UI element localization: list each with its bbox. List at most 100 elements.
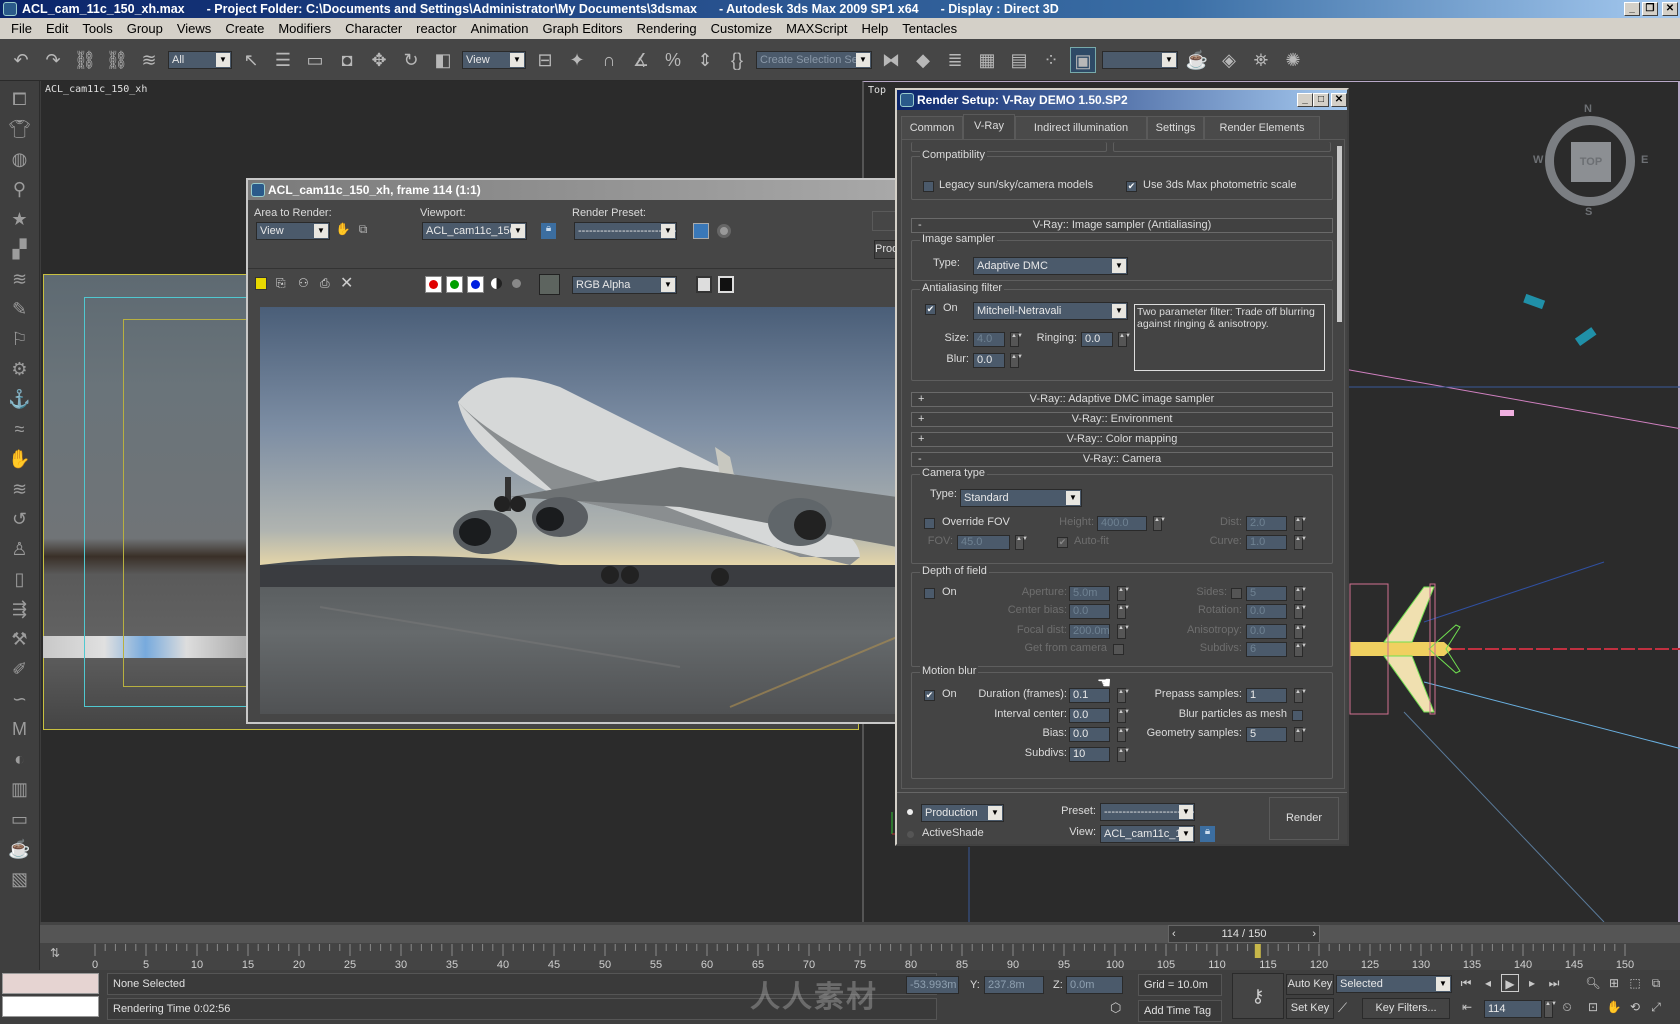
- render-setup-titlebar[interactable]: Render Setup: V-Ray DEMO 1.50.SP2 _ □ ✕: [897, 90, 1347, 110]
- duration-spinner[interactable]: ▲▼: [1117, 688, 1130, 703]
- spray-icon[interactable]: ⇶: [7, 597, 33, 621]
- edit-region-hand-icon[interactable]: ✋: [334, 220, 352, 238]
- key-mode-dropdown[interactable]: Selected ▼: [1336, 975, 1452, 993]
- go-to-end-icon[interactable]: ⏭: [1545, 974, 1563, 992]
- menu-edit[interactable]: Edit: [39, 18, 75, 39]
- manipulate-icon[interactable]: ✦: [564, 47, 590, 73]
- reference-coord-dropdown[interactable]: View ▼: [462, 50, 526, 69]
- viewport-dropdown[interactable]: ACL_cam11c_150 ▼: [422, 222, 527, 240]
- link-icon[interactable]: ⛓: [72, 47, 98, 73]
- globe-icon[interactable]: ◐: [7, 747, 33, 771]
- schematic-view-icon[interactable]: ▤: [1006, 47, 1032, 73]
- select-by-name-icon[interactable]: ☰: [270, 47, 296, 73]
- hand-icon[interactable]: ✋: [7, 447, 33, 471]
- aperture-spinner[interactable]: ▲▼: [1117, 586, 1130, 601]
- auto-key-button[interactable]: Auto Key: [1286, 974, 1334, 995]
- restore-button[interactable]: ❐: [1642, 2, 1658, 16]
- menu-rendering[interactable]: Rendering: [630, 18, 704, 39]
- spring-icon[interactable]: ≋: [7, 267, 33, 291]
- viewport-label[interactable]: ACL_cam11c_150_xh: [45, 84, 147, 95]
- interval-center-field[interactable]: 0.0: [1069, 708, 1110, 723]
- display-icon[interactable]: ★: [7, 207, 33, 231]
- create-icon[interactable]: ⧠: [7, 87, 33, 111]
- mb-subdivs-field[interactable]: 10: [1069, 747, 1110, 762]
- copy-image-icon[interactable]: ⎘: [276, 276, 286, 291]
- get-from-camera-checkbox[interactable]: [1113, 644, 1124, 655]
- auto-region-icon[interactable]: ⧉: [354, 220, 372, 238]
- prev-frame-icon[interactable]: ‹: [1172, 926, 1176, 942]
- size-field[interactable]: 4.0: [973, 332, 1005, 347]
- red-channel-toggle[interactable]: [425, 276, 442, 293]
- area-to-render-dropdown[interactable]: View ▼: [256, 222, 330, 240]
- orbit-icon[interactable]: ⟲: [1626, 998, 1644, 1016]
- z-coordinate-field[interactable]: 0.0m: [1066, 976, 1123, 994]
- production-radio[interactable]: [907, 809, 913, 815]
- curve-field[interactable]: 1.0: [1246, 535, 1287, 550]
- render-button[interactable]: Render: [1269, 797, 1339, 840]
- geometry-samples-field[interactable]: 5: [1246, 727, 1287, 742]
- center-bias-spinner[interactable]: ▲▼: [1117, 604, 1130, 619]
- script-icon[interactable]: ▥: [7, 777, 33, 801]
- maxscript-icon[interactable]: M: [7, 717, 33, 741]
- x-coordinate-field[interactable]: -53.993m: [906, 976, 959, 994]
- mb-subdivs-spinner[interactable]: ▲▼: [1117, 747, 1130, 762]
- blur-particles-checkbox[interactable]: [1292, 710, 1303, 721]
- undo-icon[interactable]: ↶: [8, 47, 34, 73]
- layer-manager-icon[interactable]: ≣: [942, 47, 968, 73]
- tab-common[interactable]: Common: [901, 116, 963, 139]
- time-slider-thumb[interactable]: ‹ 114 / 150 ›: [1168, 925, 1320, 943]
- particle-icon[interactable]: ✺: [1280, 47, 1306, 73]
- utilities-icon[interactable]: ▞: [7, 237, 33, 261]
- dist-spinner[interactable]: ▲▼: [1294, 516, 1307, 531]
- aa-filter-on-checkbox[interactable]: ✔: [925, 304, 936, 315]
- zoom-extents-icon[interactable]: ⬚: [1626, 974, 1644, 992]
- blur-field[interactable]: 0.0: [973, 353, 1005, 368]
- green-channel-toggle[interactable]: [446, 276, 463, 293]
- wrench-icon[interactable]: ⚒: [7, 627, 33, 651]
- alpha-channel-icon[interactable]: [491, 278, 502, 289]
- can-icon[interactable]: ▯: [7, 567, 33, 591]
- render-preset-dropdown[interactable]: --------------------------- ▼: [574, 222, 677, 240]
- activeshade-radio[interactable]: [907, 831, 914, 838]
- camera-type-dropdown[interactable]: Standard ▼: [960, 489, 1082, 507]
- render-setup-icon[interactable]: [693, 223, 709, 239]
- wind-icon[interactable]: ≈: [7, 417, 33, 441]
- render-window-titlebar[interactable]: ACL_cam11c_150_xh, frame 114 (1:1): [248, 180, 895, 200]
- figure-icon[interactable]: ♙: [7, 537, 33, 561]
- rollout-camera[interactable]: - V-Ray:: Camera: [911, 452, 1333, 467]
- spinner-snap-icon[interactable]: ⇕: [692, 47, 718, 73]
- render-type-dropdown[interactable]: ▼: [1102, 50, 1178, 69]
- photometric-scale-checkbox[interactable]: ✔: [1126, 181, 1137, 192]
- minimize-button[interactable]: _: [1297, 93, 1313, 107]
- rotate-icon[interactable]: ↻: [398, 47, 424, 73]
- zoom-region-icon[interactable]: ⊡: [1584, 998, 1602, 1016]
- toggle-ui-icon[interactable]: [718, 276, 734, 293]
- pin-icon[interactable]: ⚓: [7, 387, 33, 411]
- zoom-icon[interactable]: 🔍︎: [1584, 974, 1602, 992]
- center-bias-field[interactable]: 0.0: [1069, 604, 1110, 619]
- menu-character[interactable]: Character: [338, 18, 409, 39]
- time-tag-icon[interactable]: ⬡: [1110, 1000, 1121, 1016]
- maxscript-listener-pink[interactable]: [2, 973, 99, 994]
- dof-subdivs-spinner[interactable]: ▲▼: [1294, 642, 1307, 657]
- prepass-samples-spinner[interactable]: ▲▼: [1294, 688, 1307, 703]
- named-selection-set-dropdown[interactable]: Create Selection Set ▼: [756, 50, 872, 69]
- menu-graph-editors[interactable]: Graph Editors: [535, 18, 629, 39]
- motion-icon[interactable]: ⚲: [7, 177, 33, 201]
- lock-view-icon[interactable]: 🔒︎: [1200, 826, 1215, 842]
- mirror-icon[interactable]: ⧓: [878, 47, 904, 73]
- curve-editor-icon[interactable]: ▦: [974, 47, 1000, 73]
- environment-icon[interactable]: [717, 224, 731, 238]
- focal-dist-spinner[interactable]: ▲▼: [1117, 624, 1130, 639]
- waves-icon[interactable]: ≋: [7, 477, 33, 501]
- ringing-spinner[interactable]: ▲▼: [1118, 332, 1131, 347]
- height-field[interactable]: 400.0: [1097, 516, 1147, 531]
- motion-blur-on-checkbox[interactable]: ✔: [924, 690, 935, 701]
- tab-render-elements[interactable]: Render Elements: [1204, 116, 1320, 139]
- rollout-adaptive-dmc[interactable]: + V-Ray:: Adaptive DMC image sampler: [911, 392, 1333, 407]
- align-icon[interactable]: ◆: [910, 47, 936, 73]
- color-swatch[interactable]: [539, 274, 560, 295]
- scale-icon[interactable]: ◧: [430, 47, 456, 73]
- aa-filter-dropdown[interactable]: Mitchell-Netravali ▼: [973, 302, 1128, 320]
- window-crossing-icon[interactable]: ◘: [334, 47, 360, 73]
